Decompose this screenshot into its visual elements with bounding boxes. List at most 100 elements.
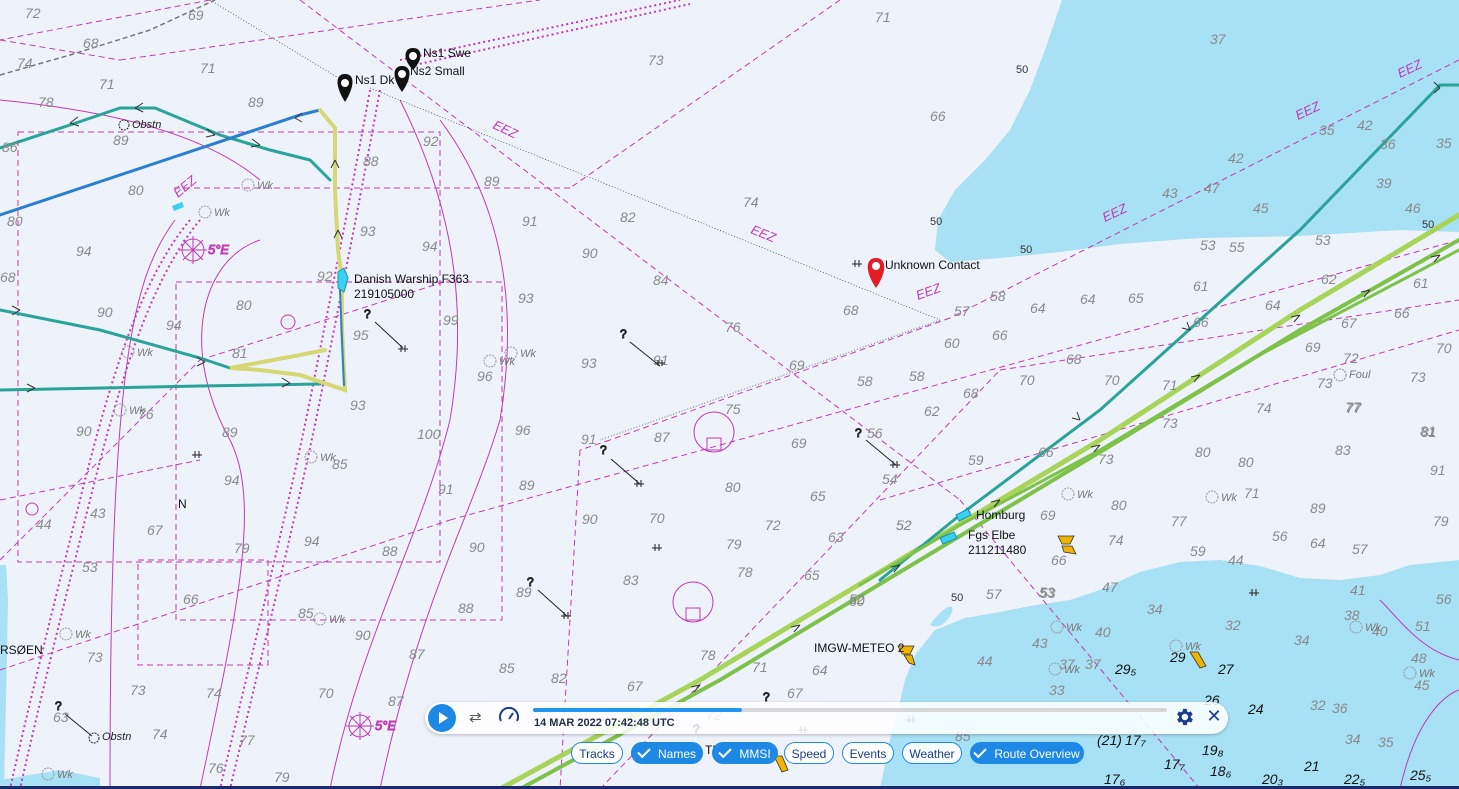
depth-sounding: 68: [963, 385, 979, 401]
chip-label: Tracks: [579, 747, 615, 761]
depth-sounding: 61: [1413, 275, 1429, 291]
contour-label: 50: [1020, 244, 1032, 256]
depth-sounding: 44: [977, 653, 993, 669]
depth-sounding: 78: [737, 564, 753, 580]
chip-speed[interactable]: Speed: [784, 742, 834, 764]
depth-sounding: 90: [355, 627, 371, 643]
depth-sounding: 57: [1352, 541, 1369, 557]
depth-sounding: 65: [1128, 290, 1144, 306]
depth-sounding: 70: [1019, 372, 1035, 388]
depth-sounding: 60: [849, 593, 865, 609]
chip-weather[interactable]: Weather: [902, 742, 962, 764]
depth-sounding: 36: [1332, 700, 1348, 716]
swap-icon[interactable]: ⇄: [469, 708, 482, 726]
play-button[interactable]: [428, 704, 456, 732]
depth-sounding: 69: [789, 357, 805, 373]
depth-sounding: 62: [924, 403, 940, 419]
depth-sounding: 81: [1421, 424, 1437, 440]
depth-sounding: 47: [1204, 180, 1221, 196]
svg-text:?: ?: [600, 443, 607, 457]
depth-sounding-shallow: 27: [1217, 661, 1235, 677]
depth-sounding: 80: [1195, 444, 1211, 460]
depth-sounding: 88: [458, 600, 474, 616]
obstn-label: Obstn: [132, 119, 161, 131]
chip-events[interactable]: Events: [842, 742, 894, 764]
depth-sounding: 58: [909, 368, 925, 384]
depth-sounding: 35: [1378, 734, 1394, 750]
depth-sounding: 32: [1225, 617, 1241, 633]
depth-sounding: 65: [810, 488, 826, 504]
timeline-slider[interactable]: [533, 708, 1167, 712]
depth-sounding-shallow: 17₇: [1164, 756, 1186, 772]
depth-sounding: 89: [113, 132, 129, 148]
depth-sounding: 44: [36, 516, 52, 532]
depth-sounding: 84: [653, 272, 669, 288]
wreck-label: Wk: [257, 180, 273, 192]
check-icon: [973, 744, 988, 759]
depth-sounding: 94: [224, 472, 240, 488]
speedometer-icon[interactable]: [498, 705, 520, 727]
depth-sounding: 72: [765, 517, 781, 533]
depth-sounding: 74: [17, 55, 33, 71]
depth-sounding: 40: [1095, 624, 1111, 640]
depth-sounding-shallow: 24: [1247, 701, 1264, 717]
depth-sounding: 67: [147, 522, 164, 538]
wreck-label: Wk: [129, 405, 145, 417]
check-icon: [718, 744, 733, 759]
depth-sounding: 64: [1310, 535, 1326, 551]
nautical-chart-map[interactable]: 50 50 50 50 50 5°E 5°E EEZ EEZ EEZ EEZ E…: [0, 0, 1459, 789]
depth-sounding: 63: [828, 529, 844, 545]
depth-sounding-shallow: 21: [1303, 758, 1320, 774]
foul-label: Foul: [1349, 369, 1371, 381]
timestamp-label: 14 MAR 2022 07:42:48 UTC: [534, 717, 675, 729]
depth-sounding-shallow: 25₅: [1409, 767, 1432, 783]
depth-sounding: 76: [725, 319, 741, 335]
depth-sounding: 38: [1344, 607, 1360, 623]
depth-sounding: 83: [623, 572, 639, 588]
depth-sounding: 64: [1080, 291, 1096, 307]
imgw-meteo-label: IMGW-METEO 2: [814, 641, 905, 655]
depth-sounding-shallow: 18₆: [1210, 763, 1232, 779]
n-mark-label: N: [178, 497, 187, 511]
ns1-swe-label: Ns1 Swe: [423, 46, 471, 60]
depth-sounding: 79: [726, 536, 742, 552]
depth-sounding: 96: [515, 422, 531, 438]
gear-icon[interactable]: [1173, 706, 1195, 728]
depth-sounding: 89: [222, 424, 238, 440]
depth-sounding: 77: [239, 732, 256, 748]
depth-sounding: 73: [87, 649, 103, 665]
depth-sounding: 71: [752, 659, 768, 675]
chip-names[interactable]: Names: [631, 742, 703, 764]
depth-sounding: 77: [1346, 400, 1363, 416]
depth-sounding: 73: [1098, 451, 1114, 467]
chip-mmsi[interactable]: MMSI: [712, 742, 778, 764]
fgs-elbe-mmsi: 211211480: [968, 543, 1027, 557]
depth-sounding: 94: [422, 238, 438, 254]
wreck-label: Wk: [57, 769, 73, 781]
check-icon: [637, 744, 651, 759]
depth-sounding: 90: [582, 511, 598, 527]
depth-sounding-shallow: 22₅: [1343, 771, 1366, 787]
wreck-label: Wk: [1185, 641, 1201, 653]
depth-sounding: 68: [1066, 351, 1082, 367]
wreck-label: Wk: [499, 356, 515, 368]
wreck-label: Wk: [1064, 664, 1080, 676]
depth-sounding: 69: [188, 7, 204, 23]
chip-tracks[interactable]: Tracks: [571, 742, 623, 764]
depth-sounding: 37: [1210, 31, 1227, 47]
depth-sounding: 85: [298, 605, 314, 621]
depth-sounding: 73: [1162, 415, 1178, 431]
depth-sounding: 68: [843, 302, 859, 318]
depth-sounding: 88: [382, 543, 398, 559]
depth-sounding: 43: [90, 505, 106, 521]
chip-route-overview[interactable]: Route Overview: [970, 742, 1084, 764]
depth-sounding: 46: [1405, 200, 1421, 216]
obstn-label: Obstn: [102, 731, 131, 743]
close-icon[interactable]: ✕: [1203, 705, 1225, 727]
depth-sounding: 69: [791, 435, 807, 451]
depth-sounding: 73: [648, 52, 664, 68]
depth-sounding: 36: [1380, 136, 1396, 152]
depth-sounding: 57: [986, 586, 1003, 602]
ns2-small-label: Ns2 Small: [410, 64, 465, 78]
depth-sounding: 72: [1343, 350, 1359, 366]
